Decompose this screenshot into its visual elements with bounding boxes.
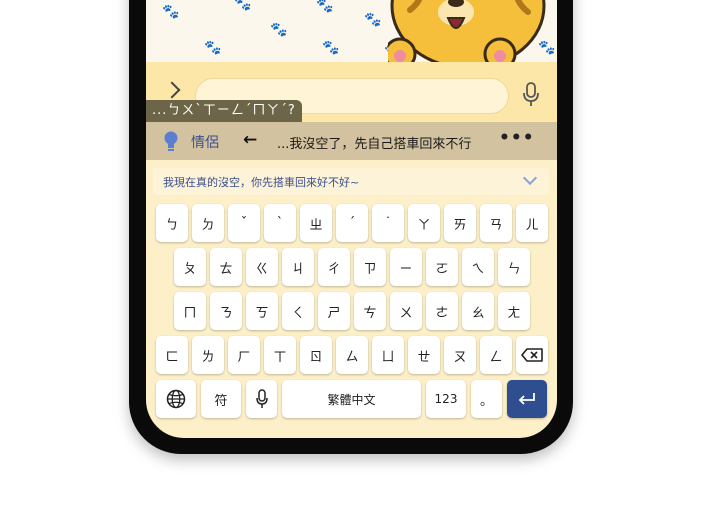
backspace-key[interactable] (516, 336, 548, 374)
key-ㄗ[interactable]: ㄗ (354, 248, 386, 286)
key-ㄌ[interactable]: ㄌ (192, 336, 224, 374)
key-ㄕ[interactable]: ㄕ (318, 292, 350, 330)
key-ㄒ[interactable]: ㄒ (264, 336, 296, 374)
tiger-mascot-sticker (388, 0, 546, 64)
key-ㄏ[interactable]: ㄏ (228, 336, 260, 374)
key-ㄍ[interactable]: ㄍ (246, 248, 278, 286)
symbols-key[interactable]: 符 (201, 380, 241, 418)
key-ㄐ[interactable]: ㄐ (282, 248, 314, 286)
paw-print-icon: 🐾 (162, 4, 180, 20)
backspace-icon (521, 348, 543, 362)
chevron-down-icon[interactable] (522, 170, 538, 186)
microphone-icon[interactable] (523, 82, 539, 108)
paw-print-icon: 🐾 (270, 22, 288, 38)
back-arrow-icon[interactable]: ← (243, 130, 257, 150)
candidate-bar: 情侶 ← ...我沒空了，先自己搭車回來不行 ••• (146, 122, 557, 160)
key-ㄜ[interactable]: ㄜ (426, 292, 458, 330)
paw-print-icon: 🐾 (234, 0, 252, 12)
paw-print-icon: 🐾 (204, 40, 222, 56)
key-ㄎ[interactable]: ㄎ (246, 292, 278, 330)
key-ㄡ[interactable]: ㄡ (444, 336, 476, 374)
globe-key[interactable] (156, 380, 196, 418)
numbers-key[interactable]: 123 (426, 380, 466, 418)
paw-print-icon: 🐾 (316, 0, 334, 14)
key-tone5[interactable]: ˙ (372, 204, 404, 242)
key-ㄘ[interactable]: ㄘ (354, 292, 386, 330)
key-ㄨ[interactable]: ㄨ (390, 292, 422, 330)
voice-input-key[interactable] (246, 380, 277, 418)
chevron-right-icon[interactable] (163, 81, 181, 99)
key-ㄧ[interactable]: ㄧ (390, 248, 422, 286)
key-tone3[interactable]: ˇ (228, 204, 260, 242)
key-ㄚ[interactable]: ㄚ (408, 204, 440, 242)
enter-key[interactable] (507, 380, 547, 418)
composing-text: ...ㄅㄨˋㄒㄧㄥˊㄇㄚˊ? (146, 100, 302, 122)
key-ㄖ[interactable]: ㄖ (300, 336, 332, 374)
key-ㄥ[interactable]: ㄥ (480, 336, 512, 374)
key-tone4[interactable]: ˋ (264, 204, 296, 242)
key-ㄓ[interactable]: ㄓ (300, 204, 332, 242)
paw-print-icon: 🐾 (322, 40, 340, 56)
key-ㄦ[interactable]: ㄦ (516, 204, 548, 242)
key-ㄈ[interactable]: ㄈ (156, 336, 188, 374)
more-options-icon[interactable]: ••• (499, 128, 535, 148)
key-ㄟ[interactable]: ㄟ (462, 248, 494, 286)
key-ㄞ[interactable]: ㄞ (444, 204, 476, 242)
microphone-icon (255, 389, 268, 408)
key-ㄠ[interactable]: ㄠ (462, 292, 494, 330)
key-ㄛ[interactable]: ㄛ (426, 248, 458, 286)
globe-icon (166, 389, 186, 409)
period-key[interactable]: 。 (471, 380, 502, 418)
key-ㄩ[interactable]: ㄩ (372, 336, 404, 374)
key-ㄅ[interactable]: ㄅ (156, 204, 188, 242)
lightbulb-icon[interactable] (164, 131, 178, 153)
key-ㄆ[interactable]: ㄆ (174, 248, 206, 286)
key-ㄋ[interactable]: ㄋ (210, 292, 242, 330)
key-ㄤ[interactable]: ㄤ (498, 292, 530, 330)
key-ㄑ[interactable]: ㄑ (282, 292, 314, 330)
suggestion-text[interactable]: 我現在真的沒空，你先搭車回來好不好~ (163, 174, 359, 190)
key-ㄣ[interactable]: ㄣ (498, 248, 530, 286)
space-key[interactable]: 繁體中文 (282, 380, 421, 418)
key-ㄝ[interactable]: ㄝ (408, 336, 440, 374)
key-ㄙ[interactable]: ㄙ (336, 336, 368, 374)
key-ㄉ[interactable]: ㄉ (192, 204, 224, 242)
key-ㄔ[interactable]: ㄔ (318, 248, 350, 286)
enter-icon (518, 393, 535, 405)
phone-screen: 🐾 🐾 🐾 🐾 🐾 🐾 🐾 🐾 🐾 ...ㄅㄨˋㄒ (146, 0, 557, 438)
suggestion-bar[interactable]: 我現在真的沒空，你先搭車回來好不好~ (153, 168, 549, 195)
key-ㄢ[interactable]: ㄢ (480, 204, 512, 242)
candidate-category[interactable]: 情侶 (191, 132, 219, 152)
key-ㄇ[interactable]: ㄇ (174, 292, 206, 330)
candidate-suggestion[interactable]: ...我沒空了，先自己搭車回來不行 (277, 133, 483, 152)
key-tone2[interactable]: ˊ (336, 204, 368, 242)
chat-wallpaper: 🐾 🐾 🐾 🐾 🐾 🐾 🐾 🐾 🐾 (146, 0, 557, 64)
key-ㄊ[interactable]: ㄊ (210, 248, 242, 286)
paw-print-icon: 🐾 (364, 12, 382, 28)
